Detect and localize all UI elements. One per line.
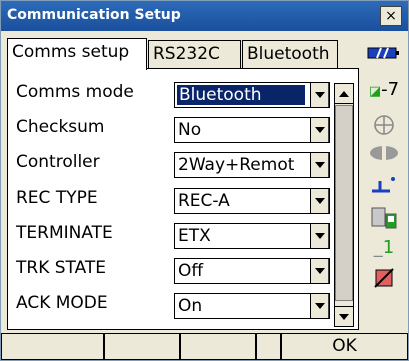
tab-rs232c[interactable]: RS232C [148, 40, 241, 68]
checksum-select[interactable]: No [174, 117, 330, 143]
softkey-2[interactable] [104, 333, 180, 360]
comms-mode-value: Bluetooth [177, 85, 305, 105]
scroll-thumb[interactable] [335, 105, 353, 301]
terminate-select[interactable]: ETX [174, 223, 330, 249]
terminate-label: TERMINATE [16, 223, 113, 243]
vertical-scrollbar[interactable] [334, 83, 354, 327]
status-icon-bar: ◪-7 _1 [361, 35, 407, 330]
comms-mode-select[interactable]: Bluetooth [174, 82, 330, 108]
chevron-down-icon[interactable] [310, 294, 329, 318]
comms-mode-label: Comms mode [16, 82, 134, 102]
window-title: Communication Setup [7, 7, 181, 23]
line-underscore-icon: _ [373, 237, 383, 258]
tilt-icon [361, 113, 407, 141]
trk-state-label: TRK STATE [16, 258, 107, 278]
tab-comms-setup[interactable]: Comms setup [7, 38, 147, 70]
softkey-3[interactable] [180, 333, 256, 360]
scroll-up-button[interactable] [335, 84, 353, 104]
bluetooth-connection-icon [361, 205, 407, 235]
rec-type-label: REC TYPE [16, 188, 98, 208]
ok-button[interactable]: OK [281, 333, 408, 360]
controller-label: Controller [16, 152, 100, 172]
ack-mode-select[interactable]: On [174, 293, 330, 319]
trk-state-select[interactable]: Off [174, 258, 330, 284]
chevron-down-icon[interactable] [310, 189, 329, 213]
controller-value: 2Way+Remot [178, 155, 295, 175]
settings-panel: Comms mode Bluetooth Checksum No Control… [7, 68, 359, 330]
title-bar: Communication Setup × [1, 1, 408, 31]
rec-type-value: REC-A [178, 191, 230, 211]
target-mode-icon [361, 173, 407, 199]
close-button[interactable]: × [380, 6, 402, 26]
softkey-1[interactable] [1, 333, 104, 360]
rec-type-select[interactable]: REC-A [174, 188, 330, 214]
memory-card-icon [361, 267, 407, 293]
softkey-4[interactable] [256, 333, 281, 360]
ack-mode-value: On [178, 296, 203, 316]
controller-select[interactable]: 2Way+Remot [174, 152, 330, 178]
scroll-down-button[interactable] [335, 306, 353, 326]
chevron-down-icon[interactable] [310, 83, 329, 107]
chevron-down-icon[interactable] [310, 118, 329, 142]
prism-icon: ◪ [368, 84, 382, 99]
checksum-value: No [178, 120, 202, 140]
communication-setup-window: Communication Setup × Comms setup RS232C… [0, 0, 409, 361]
terminate-value: ETX [178, 226, 211, 246]
ack-mode-label: ACK MODE [16, 293, 108, 313]
tab-bluetooth[interactable]: Bluetooth [242, 40, 338, 68]
prism-constant-indicator: ◪-7 [361, 79, 407, 100]
laser-plummet-icon [361, 143, 407, 167]
battery-icon [361, 45, 407, 64]
line-indicator-value: 1 [382, 237, 395, 258]
softkey-bar: OK [1, 333, 408, 360]
checksum-label: Checksum [16, 117, 105, 137]
trk-state-value: Off [178, 261, 204, 281]
chevron-down-icon[interactable] [310, 153, 329, 177]
prism-constant-value: -7 [381, 79, 400, 100]
chevron-down-icon[interactable] [310, 224, 329, 248]
line-indicator: _1 [361, 237, 407, 258]
chevron-down-icon[interactable] [310, 259, 329, 283]
